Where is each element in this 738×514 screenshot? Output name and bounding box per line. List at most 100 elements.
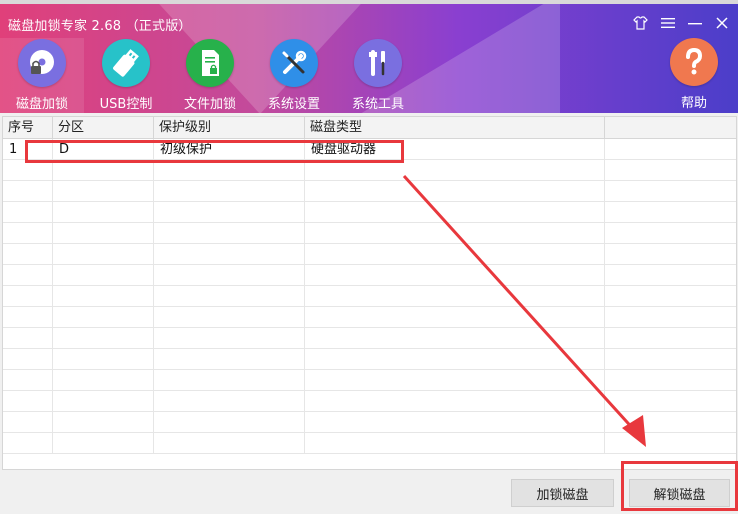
table-row	[3, 412, 736, 433]
table-header: 序号 分区 保护级别 磁盘类型	[3, 117, 736, 139]
column-header-partition[interactable]: 分区	[53, 117, 154, 139]
table-cell	[53, 370, 154, 391]
table-cell	[305, 223, 605, 244]
table-cell	[3, 181, 53, 202]
table-cell	[53, 412, 154, 433]
column-header-disk-type[interactable]: 磁盘类型	[305, 117, 605, 139]
help-question-icon	[670, 38, 718, 86]
table-cell: 硬盘驱动器	[305, 139, 605, 160]
minimize-icon[interactable]	[686, 14, 703, 31]
table-cell	[605, 433, 736, 454]
table-cell	[305, 181, 605, 202]
nav-label-tools: 系统工具	[351, 97, 404, 112]
window-title: 磁盘加锁专家 2.68 （正式版）	[8, 19, 192, 34]
table-cell: 1	[3, 139, 53, 160]
table-cell	[605, 328, 736, 349]
table-cell: 初级保护	[154, 139, 305, 160]
table-cell	[605, 202, 736, 223]
table-cell	[53, 286, 154, 307]
table-cell	[154, 370, 305, 391]
table-cell	[605, 307, 736, 328]
table-cell	[605, 181, 736, 202]
nav-item-settings[interactable]: 系统设置	[252, 38, 336, 113]
table-cell	[154, 223, 305, 244]
lock-disk-button[interactable]: 加锁磁盘	[511, 479, 614, 507]
table-cell	[605, 160, 736, 181]
column-header-index[interactable]: 序号	[3, 117, 53, 139]
file-lock-icon	[186, 39, 234, 87]
table-cell	[3, 349, 53, 370]
table-cell	[3, 391, 53, 412]
table-cell	[305, 160, 605, 181]
table-cell	[305, 370, 605, 391]
menu-icon[interactable]	[659, 14, 676, 31]
table-row	[3, 328, 736, 349]
table-row	[3, 244, 736, 265]
nav-item-usb[interactable]: USB控制	[84, 38, 168, 113]
nav-label-usb: USB控制	[99, 97, 153, 112]
column-header-protection-level[interactable]: 保护级别	[154, 117, 305, 139]
table-cell	[305, 349, 605, 370]
nav-item-tools[interactable]: 系统工具	[336, 38, 420, 113]
nav-item-disk-lock[interactable]: 磁盘加锁	[0, 38, 84, 113]
table-row	[3, 391, 736, 412]
table-cell	[53, 265, 154, 286]
table-cell	[3, 286, 53, 307]
table-cell	[154, 244, 305, 265]
table-cell	[154, 181, 305, 202]
table-row	[3, 307, 736, 328]
title-header: 磁盘加锁专家 2.68 （正式版） 磁盘加锁 USB控制 文件加锁 系统设置 系…	[0, 4, 738, 113]
column-header-empty	[605, 117, 736, 139]
table-cell	[53, 391, 154, 412]
table-cell	[305, 412, 605, 433]
unlock-disk-button[interactable]: 解锁磁盘	[629, 479, 730, 507]
table-cell	[305, 286, 605, 307]
table-cell	[53, 181, 154, 202]
main-nav: 磁盘加锁 USB控制 文件加锁 系统设置 系统工具	[0, 38, 420, 113]
table-cell	[605, 370, 736, 391]
table-cell	[605, 391, 736, 412]
help-label: 帮助	[680, 96, 707, 111]
table-cell	[154, 349, 305, 370]
table-cell	[3, 265, 53, 286]
table-cell	[154, 265, 305, 286]
table-cell	[53, 223, 154, 244]
nav-item-file-lock[interactable]: 文件加锁	[168, 38, 252, 113]
table-row	[3, 370, 736, 391]
table-row	[3, 286, 736, 307]
tools-icon	[270, 39, 318, 87]
table-cell	[154, 328, 305, 349]
table-row	[3, 349, 736, 370]
table-row	[3, 433, 736, 454]
table-body: 1 D 初级保护 硬盘驱动器	[3, 139, 736, 454]
app-window: 磁盘加锁专家 2.68 （正式版） 磁盘加锁 USB控制 文件加锁 系统设置 系…	[0, 0, 738, 514]
skin-shirt-icon[interactable]	[632, 14, 649, 31]
table-cell	[53, 202, 154, 223]
table-cell	[305, 265, 605, 286]
table-cell	[605, 244, 736, 265]
table-cell	[3, 307, 53, 328]
table-cell	[53, 328, 154, 349]
partition-table: 序号 分区 保护级别 磁盘类型 1 D 初级保护 硬盘驱动器	[2, 116, 737, 470]
table-cell	[605, 412, 736, 433]
table-cell	[305, 244, 605, 265]
table-row[interactable]: 1 D 初级保护 硬盘驱动器	[3, 139, 736, 160]
table-cell	[3, 370, 53, 391]
table-cell	[605, 349, 736, 370]
table-cell	[3, 328, 53, 349]
nav-label-file-lock: 文件加锁	[183, 97, 236, 112]
table-cell	[605, 139, 736, 160]
help-button[interactable]: 帮助	[664, 38, 724, 113]
table-cell	[53, 349, 154, 370]
table-cell	[305, 307, 605, 328]
table-cell	[3, 223, 53, 244]
table-cell	[305, 433, 605, 454]
close-icon[interactable]	[713, 14, 730, 31]
usb-icon	[102, 39, 150, 87]
table-cell	[53, 244, 154, 265]
table-cell	[605, 223, 736, 244]
table-cell	[3, 160, 53, 181]
window-controls	[632, 14, 730, 31]
table-cell	[53, 307, 154, 328]
table-cell	[154, 160, 305, 181]
